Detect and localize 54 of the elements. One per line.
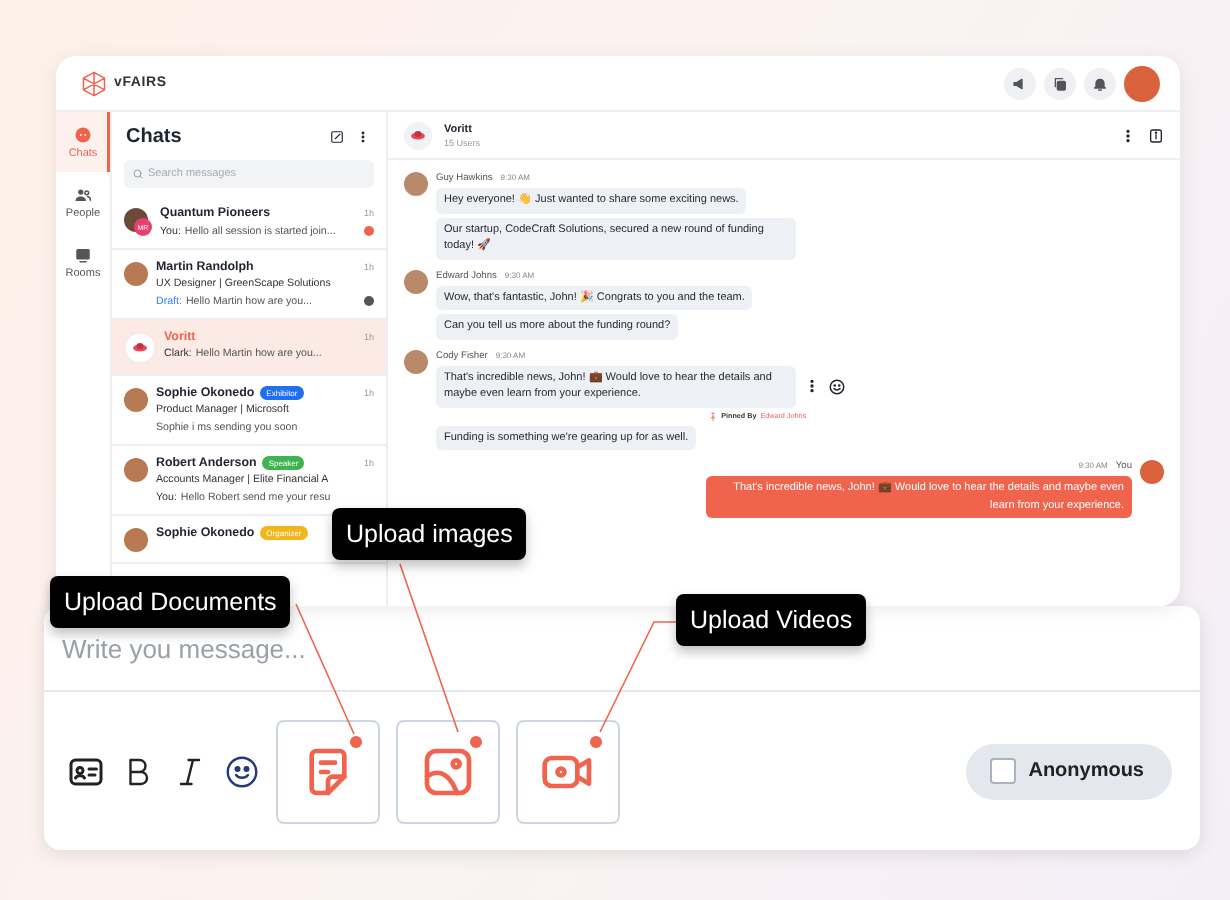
room-avatar xyxy=(124,331,156,363)
kebab-icon xyxy=(804,378,820,394)
more-button[interactable] xyxy=(804,378,820,394)
indicator-dot xyxy=(590,735,602,747)
avatar xyxy=(124,261,148,285)
info-button[interactable] xyxy=(1148,127,1164,143)
more-button[interactable] xyxy=(356,130,370,144)
kebab-icon xyxy=(1120,127,1136,143)
avatar xyxy=(404,172,428,196)
panel-title: Chats xyxy=(126,126,184,148)
leader-line xyxy=(599,621,677,733)
image-icon xyxy=(420,743,476,799)
avatar xyxy=(404,349,428,373)
checkbox[interactable] xyxy=(990,758,1017,784)
upload-button[interactable] xyxy=(276,719,380,823)
upload-button[interactable] xyxy=(396,719,500,823)
upload-button[interactable] xyxy=(516,719,620,823)
pin-icon xyxy=(707,411,718,421)
avatar xyxy=(124,387,148,411)
edit-icon xyxy=(330,130,344,144)
indicator-dot xyxy=(470,735,482,747)
indicator-dot xyxy=(350,735,362,747)
emoji-button[interactable] xyxy=(224,753,260,789)
avatar xyxy=(124,527,148,551)
avatar xyxy=(1140,460,1164,484)
smiley-icon xyxy=(224,753,260,789)
avatar xyxy=(404,269,428,293)
contact-card-button[interactable] xyxy=(68,753,104,789)
megaphone-icon xyxy=(1012,75,1028,91)
avatar xyxy=(124,457,148,481)
bell-icon xyxy=(1092,75,1108,91)
smiley-icon xyxy=(828,377,846,395)
anonymous-toggle[interactable]: Anonymous xyxy=(966,743,1172,799)
screen-icon xyxy=(74,245,92,263)
kebab-icon xyxy=(356,130,370,144)
tooltip: Upload Videos xyxy=(676,594,867,646)
react-button[interactable] xyxy=(828,377,846,395)
chat-bubble-icon xyxy=(74,125,92,143)
hexagon-logo-icon xyxy=(80,69,108,97)
room-avatar xyxy=(404,121,432,149)
compose-button[interactable] xyxy=(330,130,344,144)
megaphone-button[interactable] xyxy=(1004,67,1036,99)
info-icon xyxy=(1148,127,1164,143)
user-avatar[interactable] xyxy=(1124,65,1160,101)
people-icon xyxy=(74,185,92,203)
message-input[interactable]: Write you message... xyxy=(62,633,662,663)
copy-button[interactable] xyxy=(1044,67,1076,99)
copy-icon xyxy=(1052,75,1068,91)
tooltip: Upload Documents xyxy=(50,576,291,628)
search-icon xyxy=(132,168,144,180)
id-card-icon xyxy=(68,753,104,789)
tooltip: Upload images xyxy=(332,508,527,560)
notifications-button[interactable] xyxy=(1084,67,1116,99)
more-button[interactable] xyxy=(1120,127,1136,143)
